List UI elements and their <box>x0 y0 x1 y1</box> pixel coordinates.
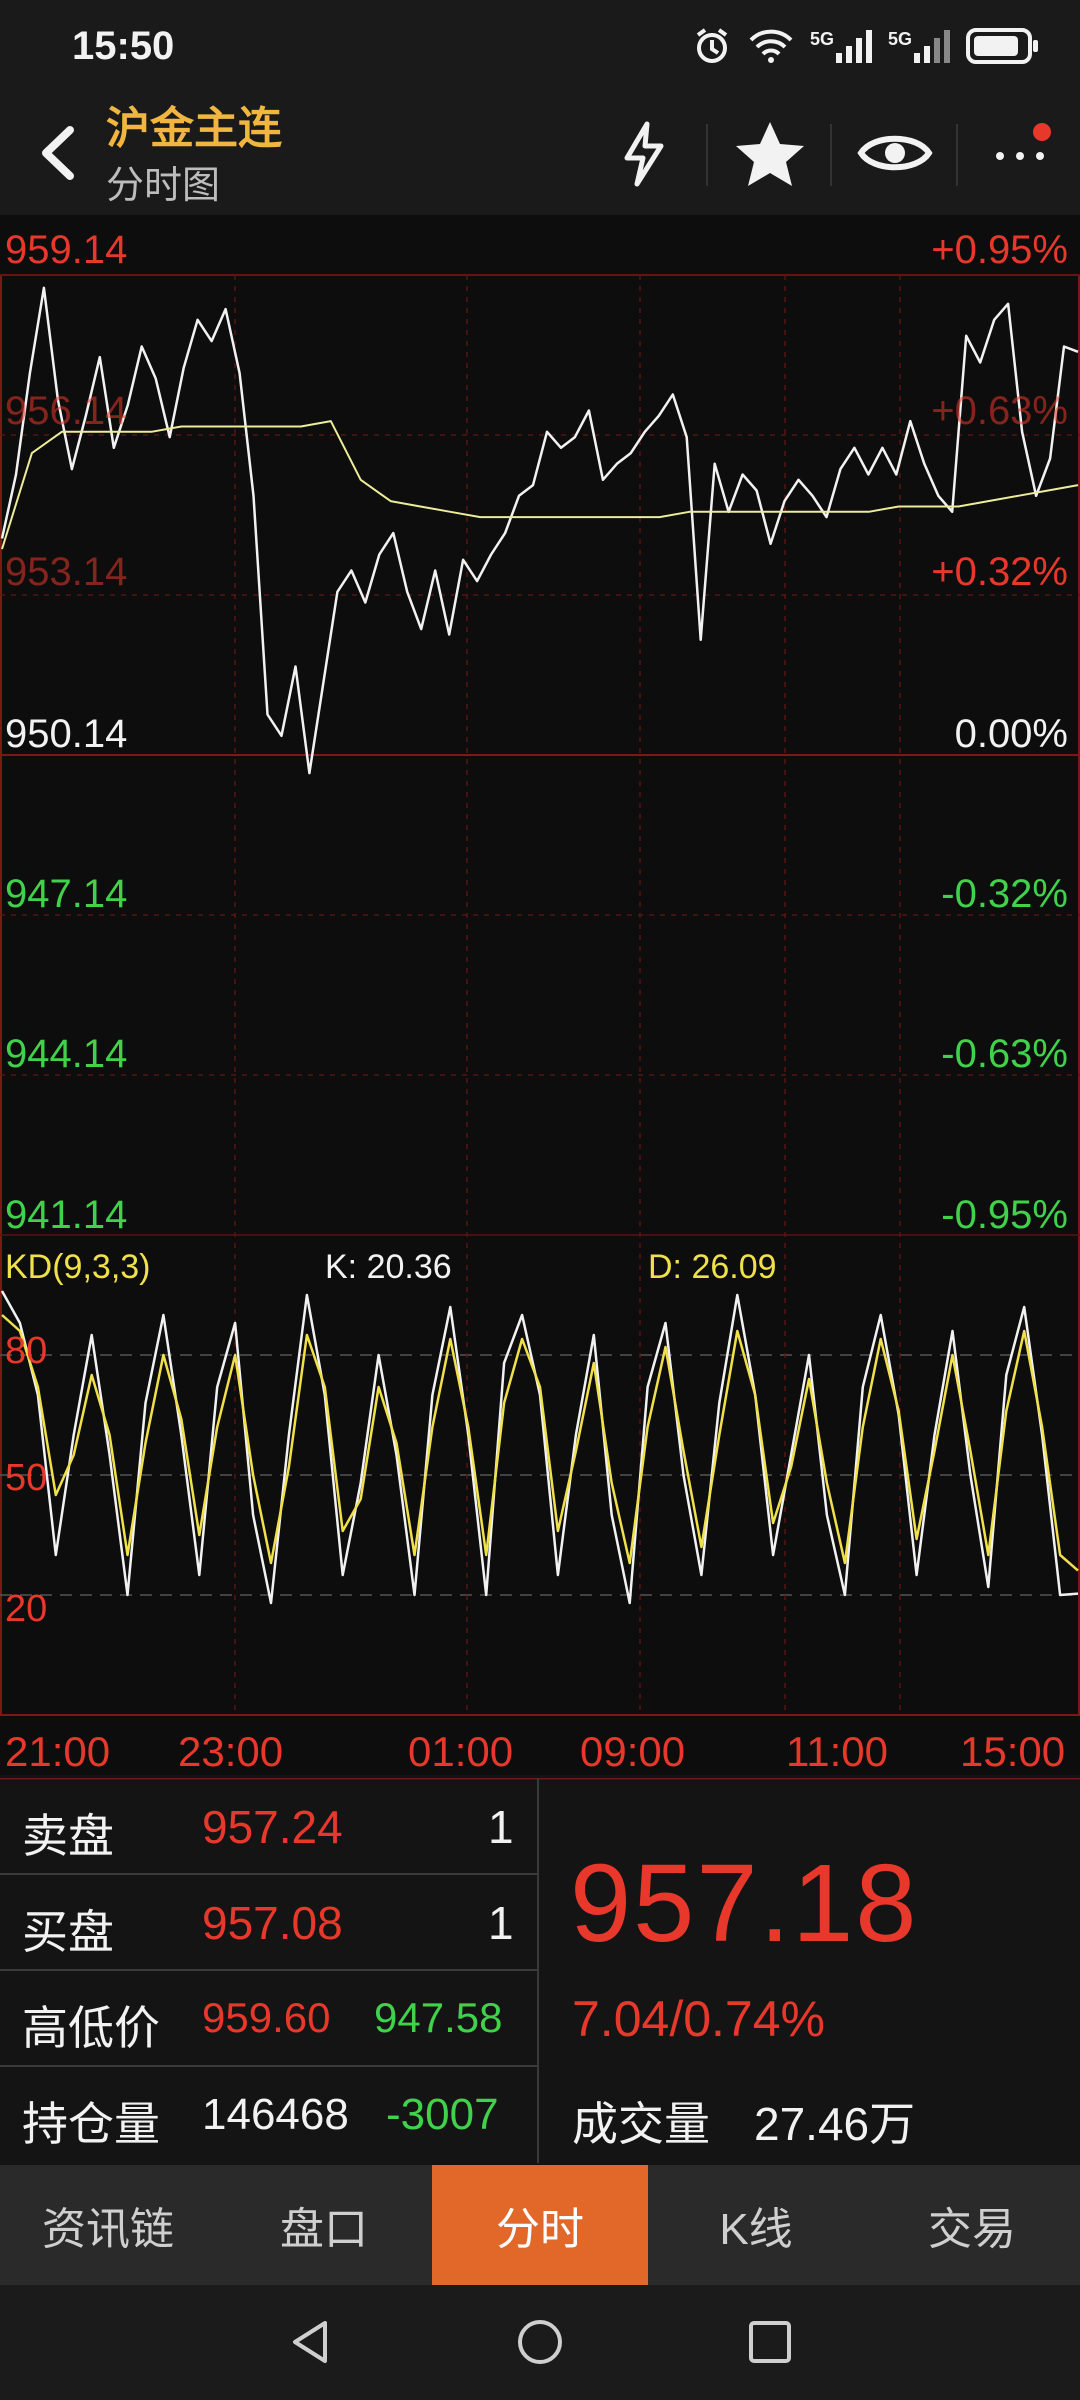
recents-nav-icon[interactable] <box>745 2317 795 2367</box>
price-label: 947.14 <box>5 872 128 916</box>
lightning-icon[interactable] <box>603 118 683 188</box>
tab-trade[interactable]: 交易 <box>864 2165 1080 2285</box>
battery-icon <box>966 28 1038 64</box>
sell-price[interactable]: 957.24 <box>202 1800 343 1854</box>
time-label: 23:00 <box>178 1728 284 1775</box>
kd-d-value: D: 26.09 <box>648 1248 777 1286</box>
kd-level-label: 80 <box>5 1330 48 1372</box>
low-price: 947.58 <box>374 1994 503 2041</box>
signal-label: 5G <box>887 29 912 49</box>
star-icon[interactable] <box>730 118 810 188</box>
tab-kline[interactable]: K线 <box>648 2165 864 2285</box>
system-nav-bar <box>0 2285 1080 2400</box>
kd-level-label: 20 <box>5 1588 48 1630</box>
signal-label: 5G <box>809 29 834 49</box>
price-label: 950.14 <box>5 712 128 756</box>
eye-icon[interactable] <box>855 118 935 188</box>
bottom-tabs: 资讯链 盘口 分时 K线 交易 <box>0 2165 1080 2285</box>
buy-price[interactable]: 957.08 <box>202 1896 343 1950</box>
price-label: 959.14 <box>5 228 128 272</box>
price-label: 956.14 <box>5 389 128 433</box>
chart-canvas <box>0 274 1080 1716</box>
buy-label: 买盘 <box>22 1906 114 1958</box>
chart-frame <box>0 274 1080 1716</box>
volume-label: 成交量 <box>572 2098 710 2150</box>
price-label: 944.14 <box>5 1032 128 1076</box>
kd-level-label: 50 <box>5 1457 48 1499</box>
header-divider <box>830 124 832 186</box>
volume-value: 27.46万 <box>754 2098 916 2150</box>
tab-order-book[interactable]: 盘口 <box>216 2165 432 2285</box>
time-label: 11:00 <box>786 1728 888 1775</box>
pct-label: +0.63% <box>931 389 1068 433</box>
page-title: 沪金主连 <box>106 104 282 153</box>
time-label: 21:00 <box>5 1728 111 1775</box>
pct-label: +0.32% <box>931 550 1068 594</box>
sell-qty: 1 <box>488 1801 514 1853</box>
back-icon[interactable] <box>24 118 94 188</box>
back-nav-icon[interactable] <box>285 2317 335 2367</box>
quote-grid <box>0 1778 1080 2163</box>
pct-label: -0.63% <box>941 1032 1068 1076</box>
alarm-icon <box>696 28 728 63</box>
quote-panel <box>0 1778 1080 2163</box>
time-label: 01:00 <box>408 1728 514 1775</box>
pct-label: +0.95% <box>931 228 1068 272</box>
pct-label: 0.00% <box>954 712 1068 756</box>
status-bar: 15:50 5G 5G <box>0 0 1080 100</box>
home-nav-icon[interactable] <box>515 2317 565 2367</box>
tab-news-chain[interactable]: 资讯链 <box>0 2165 216 2285</box>
high-price: 959.60 <box>202 1994 331 2041</box>
wifi-icon <box>749 29 793 63</box>
kd-k-line <box>0 1290 1079 1605</box>
kd-indicator-label[interactable]: KD(9,3,3) <box>5 1248 151 1287</box>
last-price: 957.18 <box>570 1842 919 1965</box>
page-subtitle: 分时图 <box>106 165 221 207</box>
status-time: 15:50 <box>72 24 175 68</box>
sell-label: 卖盘 <box>22 1810 114 1862</box>
buy-qty: 1 <box>488 1897 514 1949</box>
intraday-chart[interactable] <box>0 215 1080 1775</box>
pct-label: -0.95% <box>941 1193 1068 1237</box>
kd-d-line <box>1 1314 1079 1572</box>
header-divider <box>956 124 958 186</box>
5g-signal-icon: 5G <box>888 29 950 63</box>
time-label: 09:00 <box>580 1728 686 1775</box>
open-interest: 146468 <box>202 2090 349 2139</box>
time-label: 15:00 <box>960 1728 1066 1775</box>
status-icons: 5G 5G <box>692 26 1040 66</box>
price-change: 7.04/0.74% <box>572 1991 825 2047</box>
header-divider <box>706 124 708 186</box>
open-interest-label: 持仓量 <box>22 2098 160 2150</box>
price-label: 941.14 <box>5 1193 128 1237</box>
price-label: 953.14 <box>5 550 128 594</box>
pct-label: -0.32% <box>941 872 1068 916</box>
5g-signal-icon: 5G <box>810 29 872 63</box>
price-line <box>0 286 1079 775</box>
open-interest-change: -3007 <box>386 2090 499 2139</box>
tab-intraday[interactable]: 分时 <box>432 2165 648 2285</box>
kd-k-value: K: 20.36 <box>325 1248 452 1286</box>
high-low-label: 高低价 <box>22 2002 160 2054</box>
more-icon[interactable] <box>980 118 1060 188</box>
